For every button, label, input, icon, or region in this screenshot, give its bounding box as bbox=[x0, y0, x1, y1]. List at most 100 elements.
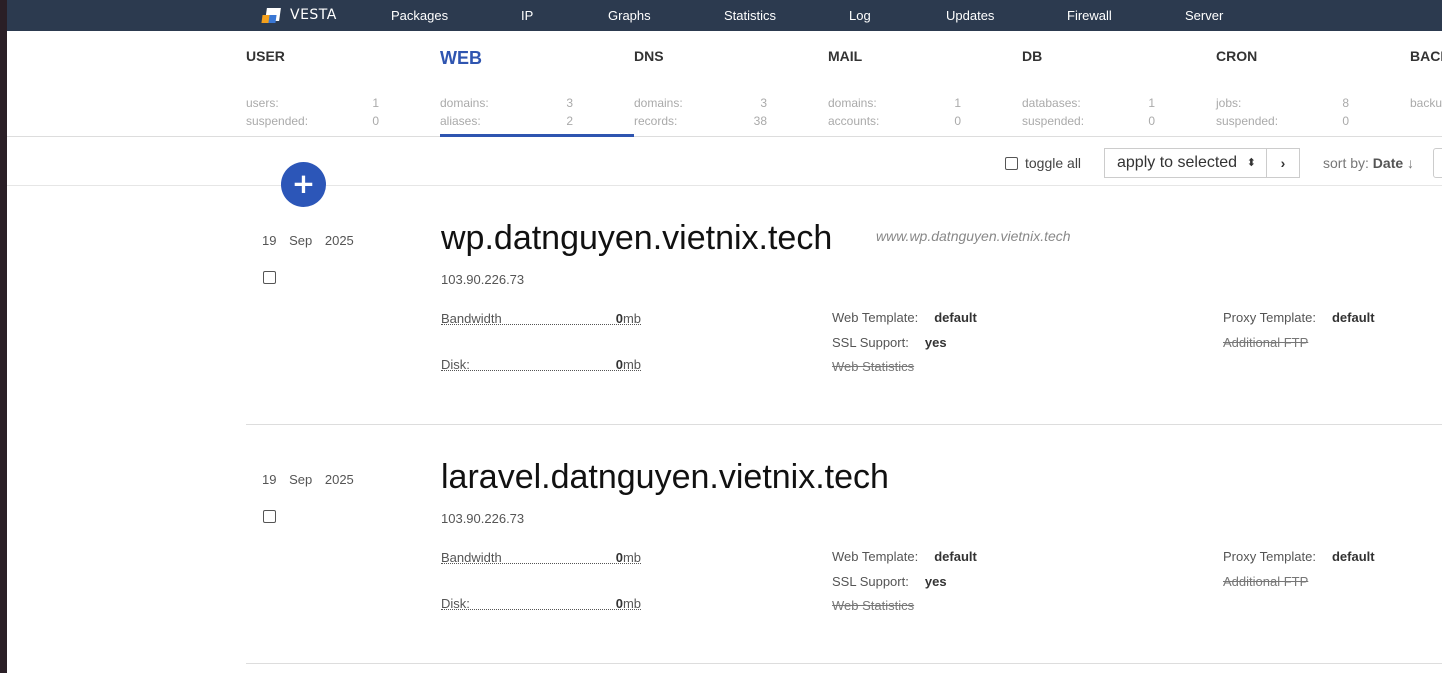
nav-log[interactable]: Log bbox=[849, 8, 871, 23]
stat-value: 3 bbox=[760, 96, 767, 110]
sort-value: Date bbox=[1372, 155, 1404, 171]
domain-alias: www.wp.datnguyen.vietnix.tech bbox=[876, 228, 1071, 244]
disk-meter: Disk: 0mb bbox=[441, 357, 641, 372]
ssl-label: SSL Support: bbox=[832, 574, 909, 589]
nav-graphs[interactable]: Graphs bbox=[608, 8, 651, 23]
web-statistics: Web Statistics bbox=[832, 598, 915, 613]
toolbar: + toggle all apply to selected ⬍ › sort … bbox=[7, 138, 1442, 207]
add-domain-button[interactable]: + bbox=[281, 162, 326, 207]
disk-unit: mb bbox=[622, 357, 641, 372]
stat-label: domains: bbox=[440, 96, 489, 110]
proxy-template: Proxy Template: default bbox=[1223, 310, 1375, 325]
search-input[interactable] bbox=[1433, 148, 1442, 178]
bandwidth-unit: mb bbox=[622, 550, 641, 565]
stat-db[interactable]: DB databases: 1 suspended: 0 bbox=[1022, 31, 1216, 137]
stat-title: BACKUP bbox=[1410, 48, 1442, 64]
logo-text: VESTA bbox=[290, 7, 337, 23]
stat-title: WEB bbox=[440, 48, 482, 68]
sort-by[interactable]: sort by: Date ↓ bbox=[1323, 155, 1414, 171]
web-template: Web Template: default bbox=[832, 310, 977, 325]
apply-go-button[interactable]: › bbox=[1266, 148, 1300, 178]
domain-row: 19 Sep 2025 laravel.datnguyen.vietnix.te… bbox=[246, 425, 1442, 664]
date-year: 2025 bbox=[324, 233, 354, 248]
nav-ip[interactable]: IP bbox=[521, 8, 533, 23]
stat-value: 1 bbox=[1148, 96, 1155, 110]
ssl-value: yes bbox=[924, 574, 947, 589]
domain-name[interactable]: wp.datnguyen.vietnix.tech bbox=[441, 219, 832, 258]
proxy-template-value: default bbox=[1331, 310, 1375, 325]
date-month: Sep bbox=[289, 233, 313, 248]
toggle-all[interactable]: toggle all bbox=[1005, 155, 1081, 171]
top-nav: VESTA Packages IP Graphs Statistics Log … bbox=[7, 0, 1442, 31]
disk-label: Disk: bbox=[441, 357, 470, 372]
nav-packages[interactable]: Packages bbox=[391, 8, 448, 23]
ssl-support: SSL Support: yes bbox=[832, 335, 947, 350]
ssl-support: SSL Support: yes bbox=[832, 574, 947, 589]
vesta-logo[interactable]: VESTA bbox=[260, 5, 337, 25]
stat-label: records: bbox=[634, 114, 678, 128]
apply-to-selected-select[interactable]: apply to selected ⬍ bbox=[1104, 148, 1267, 178]
bandwidth-meter: Bandwidth 0mb bbox=[441, 550, 641, 565]
sort-label: sort by: bbox=[1323, 155, 1369, 171]
stat-dns[interactable]: DNS domains: 3 records: 38 bbox=[634, 31, 828, 137]
stat-title: USER bbox=[246, 48, 285, 64]
row-checkbox[interactable] bbox=[263, 510, 276, 523]
stat-title: MAIL bbox=[828, 48, 863, 64]
stat-value: 8 bbox=[1342, 96, 1349, 110]
domain-row: 19 Sep 2025 wp.datnguyen.vietnix.tech ww… bbox=[246, 186, 1442, 425]
disk-value: 0 bbox=[615, 357, 623, 372]
bandwidth-label: Bandwidth bbox=[441, 550, 502, 565]
ssl-label: SSL Support: bbox=[832, 335, 909, 350]
stat-backup[interactable]: BACKUP backups: bbox=[1410, 31, 1442, 137]
nav-updates[interactable]: Updates bbox=[946, 8, 994, 23]
stat-mail[interactable]: MAIL domains: 1 accounts: 0 bbox=[828, 31, 1022, 137]
row-checkbox[interactable] bbox=[263, 271, 276, 284]
stat-value: 0 bbox=[1342, 114, 1349, 128]
stat-title: DB bbox=[1022, 48, 1043, 64]
page: VESTA Packages IP Graphs Statistics Log … bbox=[7, 0, 1442, 673]
stat-value: 3 bbox=[566, 96, 573, 110]
bandwidth-label: Bandwidth bbox=[441, 311, 502, 326]
vesta-logo-icon bbox=[260, 5, 284, 25]
stat-label: domains: bbox=[634, 96, 683, 110]
domain-ip: 103.90.226.73 bbox=[441, 511, 525, 526]
stat-value: 1 bbox=[372, 96, 379, 110]
nav-firewall[interactable]: Firewall bbox=[1067, 8, 1112, 23]
stat-value: 0 bbox=[954, 114, 961, 128]
toggle-all-checkbox[interactable] bbox=[1005, 156, 1018, 170]
nav-statistics[interactable]: Statistics bbox=[724, 8, 776, 23]
chevron-right-icon: › bbox=[1280, 155, 1286, 171]
stat-value: 0 bbox=[1148, 114, 1155, 128]
nav-server[interactable]: Server bbox=[1185, 8, 1223, 23]
web-template: Web Template: default bbox=[832, 549, 977, 564]
domain-name[interactable]: laravel.datnguyen.vietnix.tech bbox=[441, 458, 889, 497]
disk-value: 0 bbox=[615, 596, 623, 611]
row-date: 19 Sep 2025 bbox=[262, 233, 354, 248]
stat-value: 0 bbox=[372, 114, 379, 128]
toggle-all-label: toggle all bbox=[1025, 155, 1082, 171]
stat-label: suspended: bbox=[1022, 114, 1085, 128]
bandwidth-meter: Bandwidth 0mb bbox=[441, 311, 641, 326]
stat-label: accounts: bbox=[828, 114, 880, 128]
stats-bar: USER users: 1 suspended: 0 WEB domains: 3 a… bbox=[7, 31, 1442, 137]
stat-label: suspended: bbox=[1216, 114, 1279, 128]
stat-label: aliases: bbox=[440, 114, 481, 128]
stat-cron[interactable]: CRON jobs: 8 suspended: 0 bbox=[1216, 31, 1410, 137]
disk-meter: Disk: 0mb bbox=[441, 596, 641, 611]
stat-value: 2 bbox=[566, 114, 573, 128]
disk-unit: mb bbox=[622, 596, 641, 611]
apply-select-label: apply to selected bbox=[1117, 154, 1238, 171]
stat-value: 1 bbox=[954, 96, 961, 110]
web-template-value: default bbox=[934, 310, 977, 325]
stat-value: 38 bbox=[753, 114, 767, 128]
stat-web[interactable]: WEB domains: 3 aliases: 2 bbox=[440, 31, 634, 137]
web-template-value: default bbox=[934, 549, 977, 564]
stat-label: backups: bbox=[1410, 96, 1442, 110]
proxy-template-label: Proxy Template: bbox=[1223, 310, 1316, 325]
web-template-label: Web Template: bbox=[832, 310, 919, 325]
proxy-template: Proxy Template: default bbox=[1223, 549, 1375, 564]
sort-arrow-icon: ↓ bbox=[1407, 155, 1415, 171]
date-day: 19 bbox=[262, 472, 277, 487]
stat-user[interactable]: USER users: 1 suspended: 0 bbox=[246, 31, 440, 137]
date-year: 2025 bbox=[324, 472, 354, 487]
